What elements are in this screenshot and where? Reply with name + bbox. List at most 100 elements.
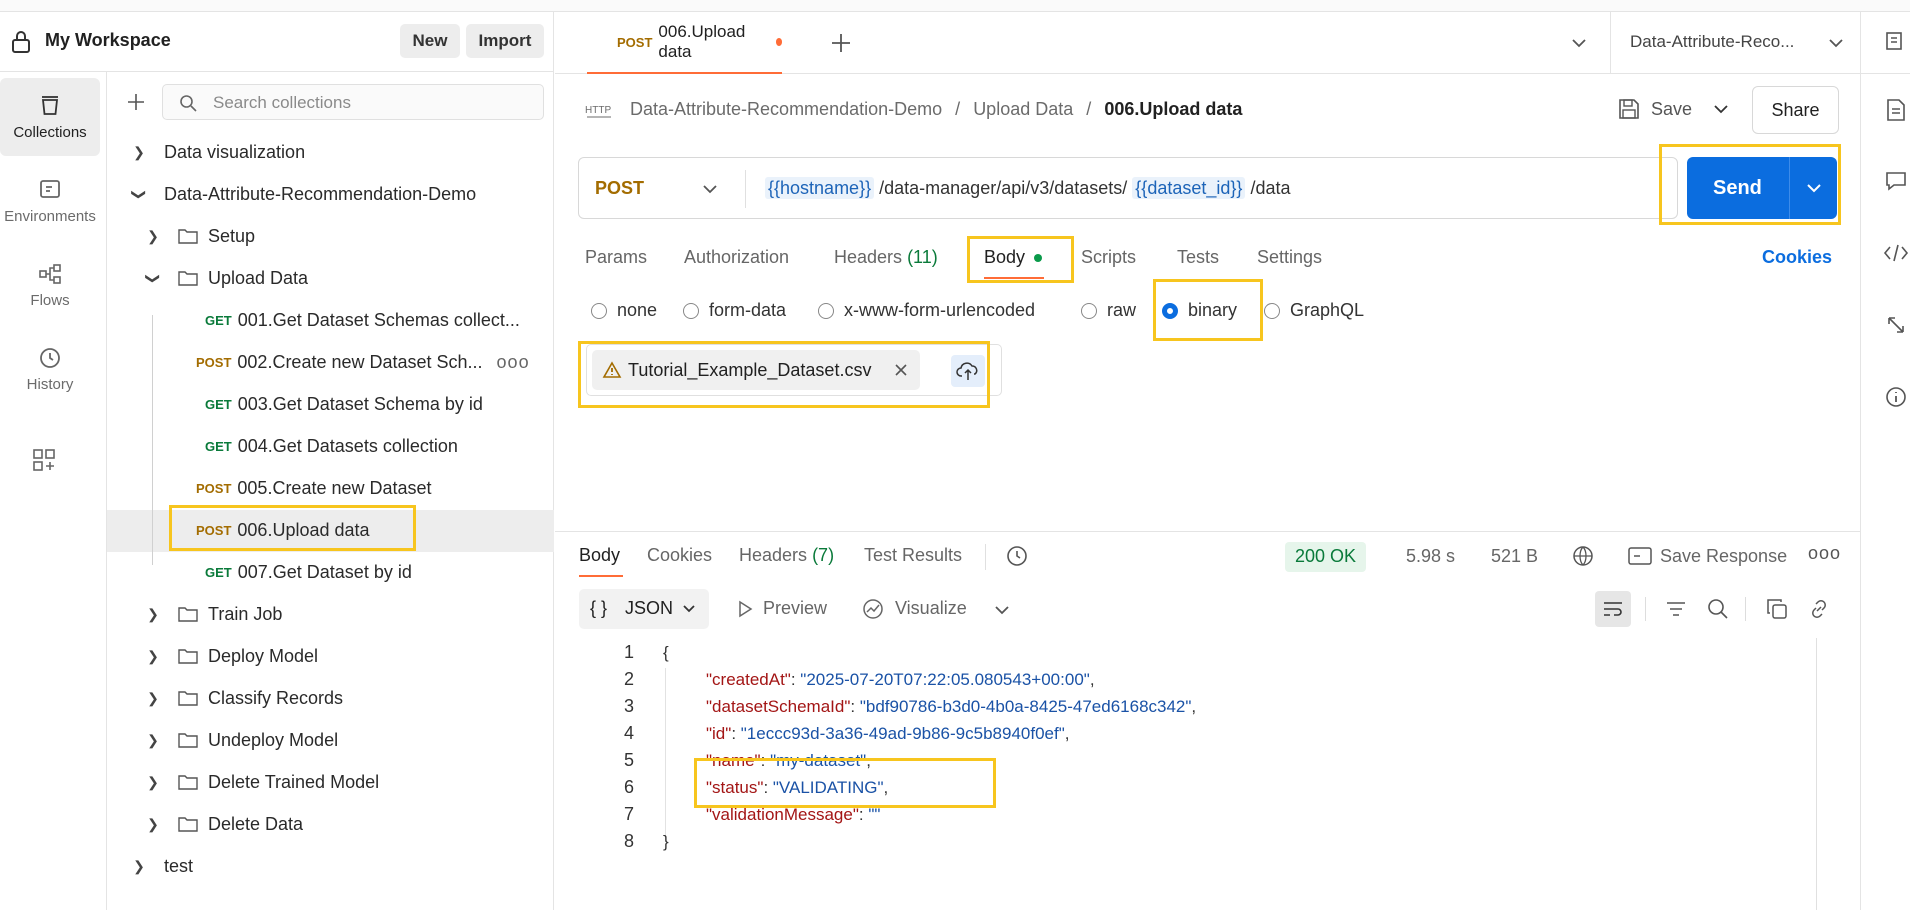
code-icon[interactable] (1883, 242, 1909, 264)
comments-icon[interactable] (1885, 170, 1907, 192)
rail-flows[interactable]: Flows (0, 246, 100, 324)
tree-request-002[interactable]: POST 002.Create new Dataset Sch... ooo (196, 341, 530, 383)
search-icon[interactable] (1707, 598, 1729, 620)
share-button[interactable]: Share (1752, 86, 1839, 134)
tree-folder-delete-data[interactable]: ❯ Delete Data (144, 803, 303, 845)
environment-quicklook-icon[interactable] (1885, 30, 1907, 52)
status-badge[interactable]: 200 OK (1285, 542, 1367, 572)
folder-label: Delete Data (208, 813, 304, 834)
divider (985, 544, 986, 570)
copy-icon[interactable] (1766, 598, 1788, 620)
history-icon[interactable] (1005, 544, 1029, 568)
chevron-down-icon[interactable] (1712, 102, 1730, 116)
visualize-button[interactable]: Visualize (895, 598, 967, 619)
radio-graphql[interactable]: GraphQL (1264, 300, 1364, 321)
new-tab-icon[interactable] (830, 32, 852, 54)
more-options-icon[interactable]: ooo (1808, 543, 1841, 564)
folder-label: Data visualization (164, 141, 306, 162)
tab-settings[interactable]: Settings (1257, 247, 1322, 268)
tree-collection-root[interactable]: ❯ Data-Attribute-Recommendation-Demo (130, 173, 477, 215)
tab-authorization[interactable]: Authorization (684, 247, 789, 268)
headers-count: (11) (907, 247, 938, 267)
save-response-icon (1628, 547, 1652, 565)
tree-folder-setup[interactable]: ❯ Setup (144, 215, 255, 257)
cookies-link[interactable]: Cookies (1762, 247, 1832, 268)
add-widget-icon[interactable] (32, 448, 56, 472)
rail-history[interactable]: History (0, 330, 100, 408)
response-time[interactable]: 5.98 s (1406, 546, 1455, 567)
method-badge: GET (205, 438, 232, 454)
preview-button[interactable]: Preview (763, 598, 827, 619)
tree-folder-train-job[interactable]: ❯ Train Job (144, 593, 282, 635)
tab-scripts[interactable]: Scripts (1081, 247, 1136, 268)
scrollbar-track[interactable] (1816, 638, 1817, 910)
highlight-box (578, 341, 990, 408)
breadcrumb-collection[interactable]: Data-Attribute-Recommendation-Demo (630, 99, 942, 119)
radio-circle (591, 302, 607, 319)
documentation-icon[interactable] (1885, 98, 1907, 122)
search-input[interactable]: Search collections (162, 84, 544, 120)
rail-environments[interactable]: Environments (0, 162, 100, 240)
radio-label: raw (1107, 300, 1137, 320)
link-icon[interactable] (1808, 598, 1830, 620)
tree-request-005[interactable]: POST 005.Create new Dataset (196, 467, 432, 509)
tree-collection-test[interactable]: ❯ test (130, 845, 193, 887)
wrap-toggle[interactable] (1595, 591, 1631, 627)
environment-selector[interactable]: Data-Attribute-Reco... (1630, 32, 1794, 52)
tree-request-007[interactable]: GET 007.Get Dataset by id (205, 551, 412, 593)
tree-folder-classify-records[interactable]: ❯ Classify Records (144, 677, 343, 719)
breadcrumb-folder[interactable]: Upload Data (973, 99, 1073, 119)
line-number: 7 (623, 804, 634, 824)
tab-tests[interactable]: Tests (1177, 247, 1219, 268)
chevron-down-icon[interactable] (1570, 36, 1588, 50)
tab-label: Headers (739, 545, 808, 565)
save-button[interactable]: Save (1651, 99, 1692, 120)
method-select[interactable]: POST (595, 178, 644, 199)
globe-lock-icon[interactable] (1572, 545, 1596, 569)
method-badge: GET (205, 312, 232, 328)
rail-collections[interactable]: Collections (0, 78, 100, 156)
info-icon[interactable] (1885, 386, 1907, 408)
tab-params[interactable]: Params (585, 247, 647, 268)
tree-folder-deploy-model[interactable]: ❯ Deploy Model (144, 635, 318, 677)
tab-006-upload-data[interactable]: POST 006.Upload data (587, 12, 782, 74)
save-response-button[interactable]: Save Response (1660, 546, 1787, 567)
filter-icon[interactable] (1665, 599, 1687, 619)
tree-folder-data-visualization[interactable]: ❯ Data visualization (130, 131, 305, 173)
url-input[interactable]: {{hostname}} /data-manager/api/v3/datase… (765, 177, 1290, 199)
chevron-down-icon[interactable] (993, 603, 1011, 617)
response-tab-cookies[interactable]: Cookies (647, 545, 712, 566)
radio-none[interactable]: none (591, 300, 657, 321)
response-size[interactable]: 521 B (1491, 546, 1538, 567)
add-icon[interactable] (126, 92, 146, 112)
tree-folder-upload-data[interactable]: ❯ Upload Data (144, 257, 309, 299)
response-tab-test-results[interactable]: Test Results (864, 545, 962, 566)
format-select[interactable]: { } JSON (579, 589, 709, 629)
request-label: 007.Get Dataset by id (237, 561, 412, 582)
tree-request-003[interactable]: GET 003.Get Dataset Schema by id (205, 383, 483, 425)
new-button[interactable]: New (400, 24, 460, 58)
folder-label: Deploy Model (208, 645, 319, 666)
radio-raw[interactable]: raw (1081, 300, 1136, 321)
highlight-box (1153, 279, 1263, 341)
line-number: 1 (623, 642, 634, 662)
related-icon[interactable] (1885, 314, 1907, 336)
save-icon[interactable] (1618, 98, 1640, 120)
radio-form-data[interactable]: form-data (683, 300, 786, 321)
collection-label: test (164, 855, 194, 876)
chevron-down-icon[interactable] (1827, 36, 1845, 50)
tree-request-001[interactable]: GET 001.Get Dataset Schemas collect... (205, 299, 520, 341)
radio-circle (1081, 302, 1097, 319)
tab-headers[interactable]: Headers (11) (834, 247, 938, 268)
radio-urlencoded[interactable]: x-www-form-urlencoded (818, 300, 1035, 321)
tree-folder-delete-trained-model[interactable]: ❯ Delete Trained Model (144, 761, 379, 803)
chevron-down-icon[interactable] (701, 182, 719, 196)
chevron-down-icon (683, 605, 695, 613)
tree-request-004[interactable]: GET 004.Get Datasets collection (205, 425, 458, 467)
more-options-icon[interactable]: ooo (497, 352, 530, 373)
response-tab-body[interactable]: Body (579, 545, 620, 566)
import-button[interactable]: Import (466, 24, 544, 58)
variable-hostname: {{hostname}} (765, 177, 875, 199)
tree-folder-undeploy-model[interactable]: ❯ Undeploy Model (144, 719, 338, 761)
response-tab-headers[interactable]: Headers (7) (739, 545, 834, 566)
